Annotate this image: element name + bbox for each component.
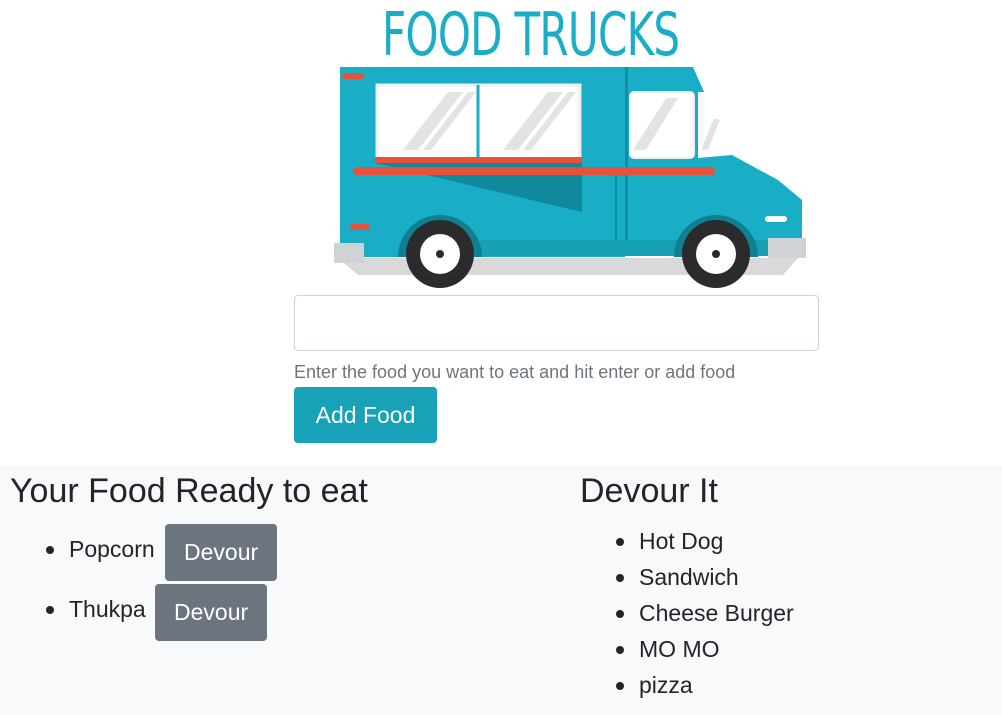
devour-button[interactable]: Devour <box>165 524 278 581</box>
logo-title: FOOD TRUCKS <box>382 0 680 70</box>
devoured-food-name: Sandwich <box>639 564 739 590</box>
devoured-food-name: Hot Dog <box>639 528 724 554</box>
bullet-icon <box>46 546 54 554</box>
bullet-icon <box>616 646 624 654</box>
food-truck-logo: FOOD TRUCKS <box>328 0 810 292</box>
devoured-food-name: MO MO <box>639 636 720 662</box>
bullet-icon <box>616 574 624 582</box>
bullet-icon <box>616 682 624 690</box>
header-section: FOOD TRUCKS Enter the food you want to e… <box>0 0 1002 466</box>
input-help-text: Enter the food you want to eat and hit e… <box>294 362 736 382</box>
bullet-icon <box>46 606 54 614</box>
food-name: Thukpa <box>69 596 146 622</box>
bullet-icon <box>616 538 624 546</box>
food-lists-section: Your Food Ready to eat Popcorn Devour Th… <box>0 466 1002 715</box>
devoured-food-name: Cheese Burger <box>639 600 794 626</box>
food-name: Popcorn <box>69 536 155 562</box>
bullet-icon <box>616 610 624 618</box>
devoured-food-name: pizza <box>639 672 693 698</box>
devour-button[interactable]: Devour <box>155 584 268 641</box>
ready-list-title: Your Food Ready to eat <box>10 472 368 510</box>
food-input[interactable] <box>294 295 819 351</box>
add-food-button[interactable]: Add Food <box>294 387 437 443</box>
devoured-list-title: Devour It <box>580 472 718 510</box>
